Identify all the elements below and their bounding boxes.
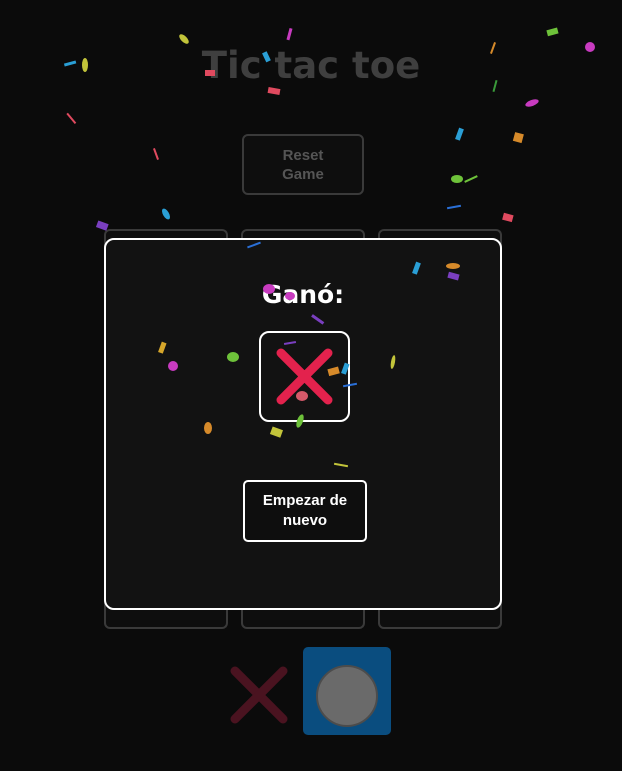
winner-symbol-box	[259, 331, 350, 422]
reset-game-button[interactable]: Reset Game	[242, 134, 364, 195]
turn-indicator-o	[303, 647, 391, 735]
page-title: Tic tac toe	[201, 44, 421, 87]
modal-title: Ganó:	[261, 280, 345, 309]
cross-icon	[276, 348, 333, 405]
restart-button[interactable]: Empezar de nuevo	[243, 480, 367, 542]
winner-modal: Ganó: Empezar de nuevo	[104, 238, 502, 610]
circle-icon	[316, 665, 378, 727]
turn-indicator-x	[227, 663, 291, 727]
cross-icon	[230, 666, 288, 724]
